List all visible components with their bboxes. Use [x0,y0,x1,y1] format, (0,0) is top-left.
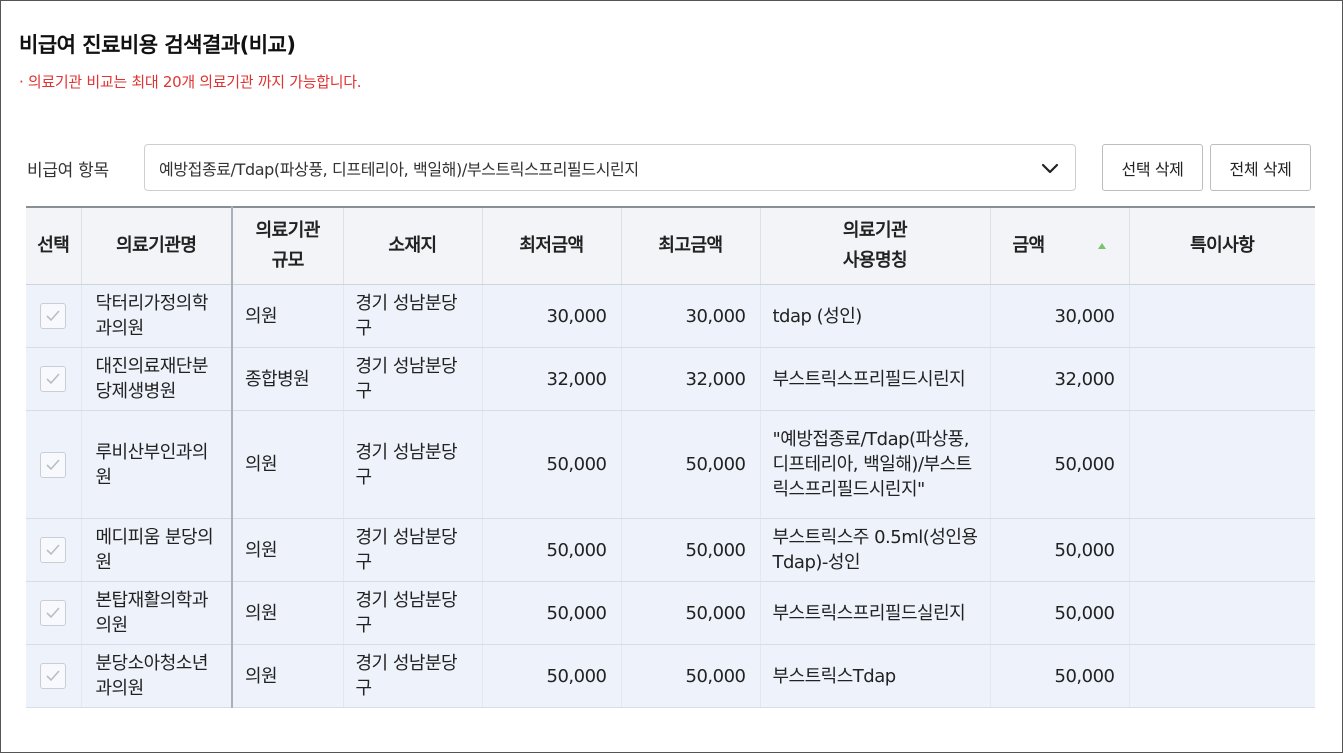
min-price: 50,000 [482,410,622,519]
amount: 50,000 [990,581,1130,645]
header-location: 소재지 [343,207,483,285]
min-price: 50,000 [482,518,622,582]
table-row: 대진의료재단분당제생병원 종합병원 경기 성남분당구 32,000 32,000 부스트릭… [26,347,1315,411]
header-notes: 특이사항 [1129,207,1315,285]
delete-selected-button[interactable]: 선택 삭제 [1102,144,1203,191]
amount: 50,000 [990,518,1130,582]
table-row: 본탑재활의학과의원 의원 경기 성남분당구 50,000 50,000 부스트릭스프리필드… [26,581,1315,645]
max-price: 50,000 [621,518,761,582]
hospital-size: 의원 [232,644,344,708]
select-cell [26,518,82,582]
notes [1129,410,1315,519]
check-icon [46,607,60,619]
min-price: 50,000 [482,644,622,708]
hospital-name: 루비산부인과의원 [81,410,233,519]
header-name: 의료기관명 [81,207,233,285]
header-min-price: 최저금액 [482,207,622,285]
filter-label: 비급여 항목 [27,161,109,181]
table-row: 닥터리가정의학과의원 의원 경기 성남분당구 30,000 30,000 tdap (성인… [26,284,1315,348]
row-checkbox[interactable] [40,366,67,392]
header-select: 선택 [26,207,82,285]
check-icon [46,670,60,682]
notes [1129,518,1315,582]
table-row: 루비산부인과의원 의원 경기 성남분당구 50,000 50,000 "예방접종료/Tda… [26,410,1315,519]
hospital-location: 경기 성남분당구 [343,644,483,708]
hospital-size: 종합병원 [232,347,344,411]
usage-name: "예방접종료/Tdap(파상풍, 디프테리아, 백일해)/부스트릭스프리필드시린… [760,410,991,519]
hospital-location: 경기 성남분당구 [343,518,483,582]
notes [1129,644,1315,708]
min-price: 32,000 [482,347,622,411]
table-row: 메디피움 분당의원 의원 경기 성남분당구 50,000 50,000 부스트릭스주 0.… [26,518,1315,582]
non-covered-item-select[interactable]: 예방접종료/Tdap(파상풍, 디프테리아, 백일해)/부스트릭스프리필드시린지 [144,144,1076,191]
chevron-down-icon [1041,163,1059,173]
select-cell [26,581,82,645]
hospital-size: 의원 [232,518,344,582]
min-price: 50,000 [482,581,622,645]
hospital-location: 경기 성남분당구 [343,284,483,348]
header-usage-name: 의료기관 사용명칭 [760,207,991,285]
sort-up-icon[interactable] [1097,242,1107,250]
select-cell [26,347,82,411]
check-icon [46,544,60,556]
hospital-name: 본탑재활의학과의원 [81,581,233,645]
non-covered-item-value: 예방접종료/Tdap(파상풍, 디프테리아, 백일해)/부스트릭스프리필드시린지 [159,159,639,179]
amount: 30,000 [990,284,1130,348]
comparison-table: 선택 의료기관명 의료기관 규모 소재지 최저금액 최고금액 의료기관 사용명칭 금… [26,206,1315,708]
row-checkbox[interactable] [40,537,67,563]
notes [1129,347,1315,411]
row-checkbox[interactable] [40,451,67,478]
max-price: 50,000 [621,581,761,645]
hospital-size: 의원 [232,581,344,645]
hospital-name: 대진의료재단분당제생병원 [81,347,233,411]
delete-all-button[interactable]: 전체 삭제 [1210,144,1311,191]
row-checkbox[interactable] [40,600,67,626]
max-price: 32,000 [621,347,761,411]
table-header-row: 선택 의료기관명 의료기관 규모 소재지 최저금액 최고금액 의료기관 사용명칭 금… [26,207,1315,285]
check-icon [46,458,60,470]
amount: 32,000 [990,347,1130,411]
amount: 50,000 [990,644,1130,708]
max-price: 30,000 [621,284,761,348]
row-checkbox[interactable] [40,303,67,329]
hospital-location: 경기 성남분당구 [343,410,483,519]
min-price: 30,000 [482,284,622,348]
header-max-price: 최고금액 [621,207,761,285]
table-row: 분당소아청소년과의원 의원 경기 성남분당구 50,000 50,000 부스트릭스Tda… [26,644,1315,708]
comparison-limit-notice: · 의료기관 비교는 최대 20개 의료기관 까지 가능합니다. [19,73,362,91]
hospital-location: 경기 성남분당구 [343,581,483,645]
check-icon [46,373,60,385]
usage-name: 부스트릭스Tdap [760,644,991,708]
usage-name: 부스트릭스주 0.5ml(성인용 Tdap)-성인 [760,518,991,582]
max-price: 50,000 [621,644,761,708]
max-price: 50,000 [621,410,761,519]
hospital-name: 메디피움 분당의원 [81,518,233,582]
results-panel: 비급여 진료비용 검색결과(비교) · 의료기관 비교는 최대 20개 의료기관… [0,0,1343,753]
hospital-name: 닥터리가정의학과의원 [81,284,233,348]
hospital-size: 의원 [232,284,344,348]
header-amount[interactable]: 금액 [990,207,1130,285]
select-cell [26,644,82,708]
select-cell [26,410,82,519]
check-icon [46,310,60,322]
usage-name: tdap (성인) [760,284,991,348]
hospital-name: 분당소아청소년과의원 [81,644,233,708]
notes [1129,284,1315,348]
header-size: 의료기관 규모 [232,207,344,285]
select-cell [26,284,82,348]
usage-name: 부스트릭스프리필드실린지 [760,581,991,645]
notes [1129,581,1315,645]
hospital-size: 의원 [232,410,344,519]
row-checkbox[interactable] [40,663,67,689]
hospital-location: 경기 성남분당구 [343,347,483,411]
page-title: 비급여 진료비용 검색결과(비교) [19,33,296,57]
amount: 50,000 [990,410,1130,519]
usage-name: 부스트릭스프리필드시린지 [760,347,991,411]
